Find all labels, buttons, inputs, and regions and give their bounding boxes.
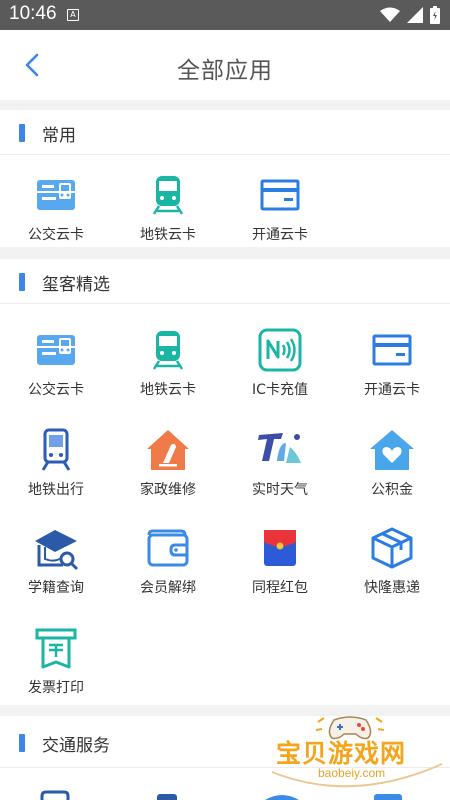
- app-label: 学籍查询: [28, 580, 84, 596]
- section-marker: [19, 734, 25, 752]
- app-item[interactable]: 开通云卡: [336, 327, 448, 399]
- wifi-icon: [380, 7, 400, 22]
- app-item[interactable]: 地铁云卡: [112, 327, 224, 399]
- metro-card-icon: [152, 176, 184, 215]
- section-title: 玺客精选: [42, 275, 110, 295]
- section-title: 常用: [42, 126, 76, 146]
- app-item[interactable]: 同程红包: [224, 525, 336, 597]
- partial-app-icon[interactable]: [152, 790, 182, 800]
- app-label: 发票打印: [28, 680, 84, 696]
- app-item[interactable]: IC卡充值: [224, 327, 336, 399]
- metro-card-icon: [152, 331, 184, 370]
- bus-card-icon: [37, 180, 75, 210]
- app-label: 开通云卡: [364, 382, 420, 398]
- app-item[interactable]: 开通云卡: [224, 172, 336, 244]
- app-item[interactable]: 发票打印: [0, 625, 112, 697]
- red-packet-icon: [264, 530, 296, 566]
- app-label: 同程红包: [252, 580, 308, 596]
- page-title: 全部应用: [177, 58, 273, 84]
- app-label: 公交云卡: [28, 227, 84, 243]
- app-label: 公积金: [371, 482, 413, 498]
- section-header: 玺客精选: [0, 259, 450, 304]
- app-label: 实时天气: [252, 482, 308, 498]
- housing-fund-icon: [370, 430, 414, 470]
- section-marker: [19, 124, 25, 142]
- partial-app-icon[interactable]: [38, 790, 72, 800]
- status-bar: 10:46 A: [0, 0, 450, 30]
- nav-bar: 全部应用: [0, 30, 450, 100]
- section-featured: 玺客精选 公交云卡 地铁云卡 IC卡充值 开通云卡 地铁出行 家政维修 实时天气…: [0, 259, 450, 705]
- app-label: 地铁云卡: [140, 382, 196, 398]
- app-label: 会员解绑: [140, 580, 196, 596]
- app-item[interactable]: 公交云卡: [0, 172, 112, 244]
- app-label: 开通云卡: [252, 227, 308, 243]
- nfc-recharge-icon: [258, 328, 302, 372]
- student-search-icon: [35, 530, 79, 571]
- section-marker: [19, 273, 25, 291]
- notification-icon: A: [67, 9, 79, 21]
- open-card-icon: [372, 334, 412, 366]
- weather-icon: [258, 433, 301, 463]
- app-item[interactable]: 实时天气: [224, 427, 336, 499]
- status-time: 10:46: [9, 3, 57, 24]
- app-item[interactable]: 家政维修: [112, 427, 224, 499]
- wallet-icon: [147, 529, 189, 567]
- app-label: 地铁出行: [28, 482, 84, 498]
- app-item[interactable]: 地铁云卡: [112, 172, 224, 244]
- section-frequent: 常用 公交云卡 地铁云卡 开通云卡: [0, 110, 450, 247]
- section-header: 常用: [0, 110, 450, 155]
- system-icons: [380, 6, 440, 24]
- invoice-print-icon: [35, 628, 77, 669]
- battery-icon: [430, 6, 440, 24]
- app-item[interactable]: 公交云卡: [0, 327, 112, 399]
- app-label: 家政维修: [140, 482, 196, 498]
- app-item[interactable]: 快隆惠递: [336, 525, 448, 597]
- app-item[interactable]: 地铁出行: [0, 427, 112, 499]
- app-label: 快隆惠递: [364, 580, 420, 596]
- app-label: 地铁云卡: [140, 227, 196, 243]
- watermark-swoosh: [271, 763, 443, 788]
- app-label: 公交云卡: [28, 382, 84, 398]
- section-title: 交通服务: [42, 736, 110, 756]
- parcel-icon: [371, 527, 413, 569]
- app-item[interactable]: 公积金: [336, 427, 448, 499]
- app-item[interactable]: 会员解绑: [112, 525, 224, 597]
- open-card-icon: [260, 179, 300, 211]
- metro-travel-icon: [41, 428, 71, 471]
- house-repair-icon: [147, 430, 189, 470]
- app-item[interactable]: 学籍查询: [0, 525, 112, 597]
- bus-card-icon: [37, 335, 75, 365]
- signal-icon: [407, 7, 423, 23]
- app-label: IC卡充值: [252, 382, 308, 398]
- watermark: 宝贝游戏网 baobeiy.com: [262, 712, 450, 800]
